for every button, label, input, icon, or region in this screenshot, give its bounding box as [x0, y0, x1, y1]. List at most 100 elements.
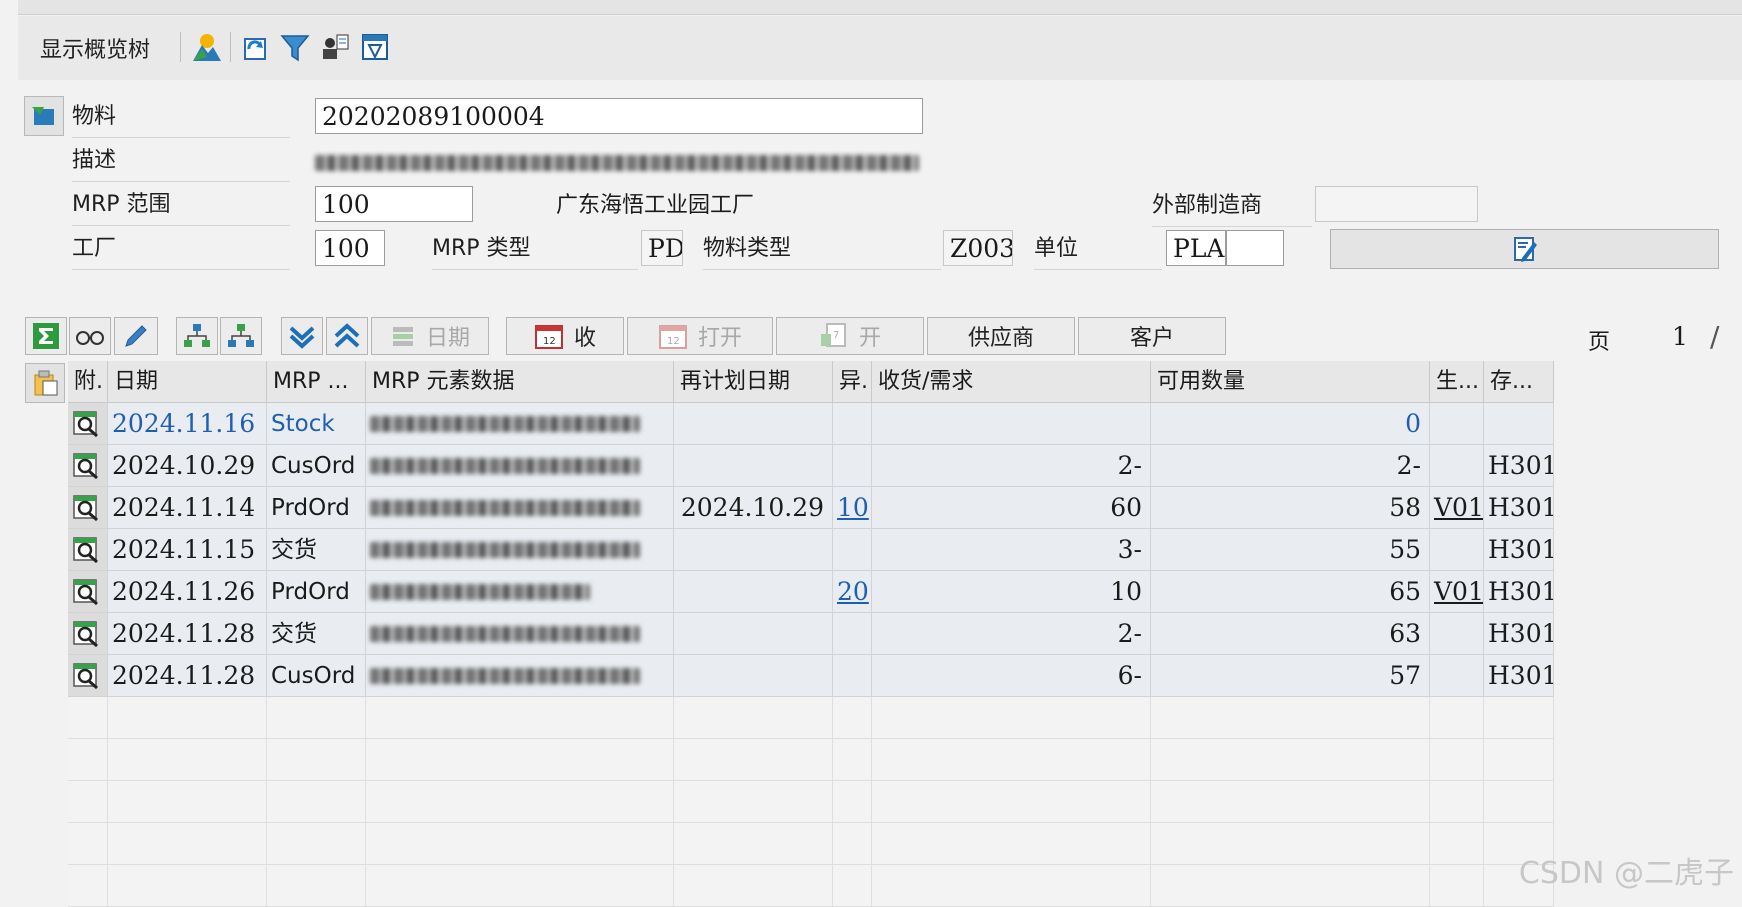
- table-row[interactable]: 2024.11.14 PrdOrd 2024.10.29 10 60 58 V01 H301: [68, 487, 1554, 529]
- cell-qty: 6-: [1117, 661, 1142, 690]
- table-row[interactable]: 2024.11.15 交货 3- 55 H301: [68, 529, 1554, 571]
- column-header-available-qty[interactable]: 可用数量: [1151, 361, 1430, 403]
- table-cell: [267, 865, 366, 907]
- detail-magnifier-icon[interactable]: [68, 445, 108, 487]
- mrp-area-value: 100: [322, 190, 370, 219]
- external-manufacturer-field[interactable]: [1315, 186, 1478, 222]
- page-separator: /: [1710, 320, 1720, 353]
- table-row[interactable]: 2024.11.28 交货 2- 63 H301: [68, 613, 1554, 655]
- column-header-mrp-element-data[interactable]: MRP 元素数据: [366, 361, 674, 403]
- user-list-icon[interactable]: [318, 30, 352, 64]
- mrp-type-field[interactable]: PD: [641, 230, 683, 266]
- mountain-chart-icon[interactable]: [190, 30, 224, 64]
- sum-button[interactable]: [25, 317, 67, 355]
- detail-magnifier-icon[interactable]: [68, 655, 108, 697]
- layout-icon[interactable]: [358, 30, 392, 64]
- date-button-label: 日期: [425, 326, 470, 351]
- vendor-button[interactable]: 供应商: [927, 317, 1075, 355]
- receipt-button[interactable]: 12 收: [506, 317, 624, 355]
- material-type-field[interactable]: Z003: [943, 230, 1013, 266]
- material-field[interactable]: 20202089100004: [315, 98, 923, 134]
- plant-field[interactable]: 100: [315, 230, 385, 266]
- refresh-icon[interactable]: [238, 30, 272, 64]
- column-header-storage[interactable]: 存...: [1484, 361, 1554, 403]
- open-button[interactable]: 12 打开: [627, 317, 773, 355]
- table-cell: [1151, 823, 1430, 865]
- tree-expand-icon: [184, 324, 210, 347]
- table-cell: [1430, 445, 1484, 487]
- table-row[interactable]: 2024.11.26 PrdOrd 20 10 65 V01 H301: [68, 571, 1554, 613]
- mrp-area-field[interactable]: 100: [315, 186, 473, 222]
- edit-pencil-button[interactable]: [114, 317, 158, 355]
- table-cell: [674, 529, 833, 571]
- table-cell: 2-: [872, 445, 1151, 487]
- table-cell: [674, 781, 833, 823]
- table-cell: [68, 739, 108, 781]
- table-cell: [1151, 739, 1430, 781]
- open2-button-label: 开: [858, 326, 881, 351]
- header-toggle-icon[interactable]: [24, 96, 64, 136]
- display-tree-button[interactable]: 显示概览树: [40, 32, 150, 64]
- detail-magnifier-icon[interactable]: [68, 487, 108, 529]
- table-cell: PrdOrd: [267, 571, 366, 613]
- table-cell: 2024.11.26: [108, 571, 267, 613]
- table-cell: [68, 823, 108, 865]
- column-header-reschedule-date[interactable]: 再计划日期: [674, 361, 833, 403]
- detail-magnifier-icon[interactable]: [68, 403, 108, 445]
- cell-storage: H301: [1488, 493, 1554, 522]
- table-cell: PrdOrd: [267, 487, 366, 529]
- unit-field[interactable]: PLA: [1166, 230, 1226, 266]
- detail-magnifier-icon[interactable]: [68, 571, 108, 613]
- table-cell: [1484, 781, 1554, 823]
- table-cell: 57: [1151, 655, 1430, 697]
- table-row[interactable]: 2024.11.16 Stock 0: [68, 403, 1554, 445]
- cell-qty: 10: [1110, 577, 1142, 606]
- cell-date: 2024.11.14: [112, 493, 256, 522]
- cell-date: 2024.11.26: [112, 577, 256, 606]
- collapse-tree-button[interactable]: [220, 317, 262, 355]
- column-header-production[interactable]: 生...: [1430, 361, 1484, 403]
- table-cell: 3-: [872, 529, 1151, 571]
- detail-magnifier-icon[interactable]: [68, 529, 108, 571]
- table-cell: 65: [1151, 571, 1430, 613]
- cell-date: 2024.10.29: [112, 451, 256, 480]
- filter-icon[interactable]: [278, 30, 312, 64]
- detail-magnifier-icon[interactable]: [68, 613, 108, 655]
- empty-row: [68, 865, 1554, 907]
- expand-tree-button[interactable]: [176, 317, 218, 355]
- cell-date: 2024.11.28: [112, 619, 256, 648]
- column-header-mrp-element[interactable]: MRP ...: [267, 361, 366, 403]
- table-cell: H301: [1484, 445, 1554, 487]
- cell-exception[interactable]: 10: [837, 493, 869, 522]
- cell-exception[interactable]: 20: [837, 577, 869, 606]
- table-row[interactable]: 2024.10.29 CusOrd 2- 2- H301: [68, 445, 1554, 487]
- calendar-disabled-icon: 12: [658, 325, 687, 349]
- display-glasses-button[interactable]: [69, 317, 111, 355]
- cell-storage: H301: [1488, 451, 1554, 480]
- sort-descending-button[interactable]: [281, 317, 323, 355]
- table-cell: 0: [1151, 403, 1430, 445]
- vendor-button-label: 供应商: [967, 326, 1034, 351]
- sort-ascending-button[interactable]: [326, 317, 368, 355]
- glasses-icon: [76, 331, 104, 345]
- table-cell: 2024.11.28: [108, 655, 267, 697]
- table-cell: CusOrd: [267, 655, 366, 697]
- cell-available: 65: [1389, 577, 1421, 606]
- column-header-attachment[interactable]: 附.: [68, 361, 108, 403]
- unit-extra-field[interactable]: [1226, 230, 1284, 266]
- table-cell: [1430, 865, 1484, 907]
- material-label: 物料: [72, 97, 290, 138]
- edit-button[interactable]: [1330, 229, 1719, 269]
- column-header-exception[interactable]: 异.: [833, 361, 872, 403]
- empty-row: [68, 739, 1554, 781]
- column-header-receipt-requirement[interactable]: 收货/需求: [872, 361, 1151, 403]
- table-cell: [1430, 697, 1484, 739]
- column-header-date[interactable]: 日期: [108, 361, 267, 403]
- open2-button[interactable]: 7 开: [776, 317, 924, 355]
- table-row[interactable]: 2024.11.28 CusOrd 6- 57 H301: [68, 655, 1554, 697]
- customer-button[interactable]: 客户: [1078, 317, 1226, 355]
- svg-text:12: 12: [667, 336, 680, 347]
- grid-layout-button[interactable]: [25, 363, 65, 403]
- table-cell: [1430, 613, 1484, 655]
- date-button[interactable]: 日期: [371, 317, 489, 355]
